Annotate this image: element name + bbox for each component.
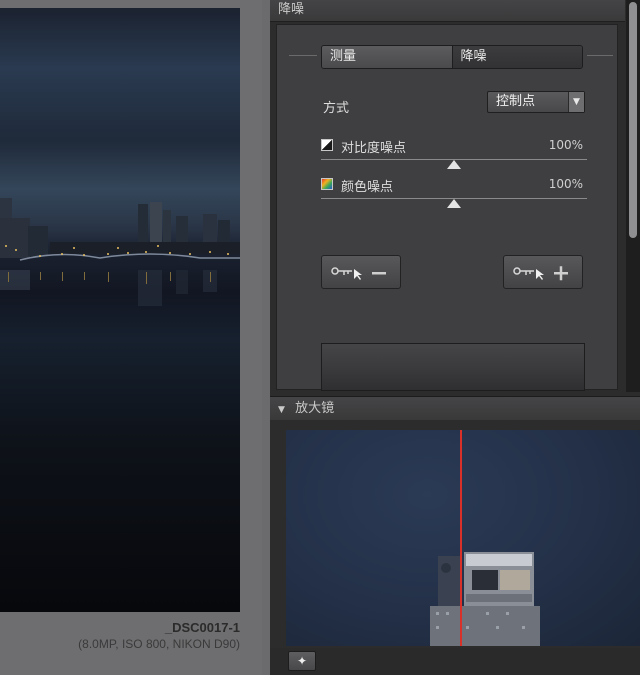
color-noise-label: 颜色噪点: [341, 180, 394, 195]
segmented-tabs: 测量 降噪: [321, 45, 583, 69]
add-control-point-icon: [513, 266, 568, 281]
pin-icon: ✦: [296, 654, 308, 668]
contrast-noise-label: 对比度噪点: [341, 141, 407, 156]
contrast-noise-slider[interactable]: [321, 156, 587, 170]
add-control-point-button[interactable]: [503, 255, 583, 289]
photo-preview[interactable]: [0, 8, 240, 612]
magnifier-view[interactable]: [286, 430, 640, 646]
remove-control-point-icon: [331, 267, 386, 280]
tab-noise-reduction[interactable]: 降噪: [452, 46, 582, 68]
tab-measure[interactable]: 测量: [322, 46, 453, 68]
color-noise-slider[interactable]: [321, 195, 587, 209]
slider-thumb[interactable]: [447, 160, 461, 169]
magnified-building: [430, 552, 540, 646]
magnifier-title: 放大镜: [295, 401, 335, 416]
slider-thumb[interactable]: [447, 199, 461, 208]
magnifier-split-line[interactable]: [460, 430, 462, 646]
method-dropdown-value: 控制点: [496, 94, 536, 109]
control-point-list[interactable]: [321, 343, 585, 391]
photo-filename: _DSC0017-1: [164, 620, 240, 635]
pin-button[interactable]: ✦: [288, 651, 316, 671]
panel-scrollbar[interactable]: [626, 0, 640, 392]
method-label: 方式: [323, 101, 350, 116]
color-noise-icon: [321, 178, 333, 190]
image-viewer: _DSC0017-1 (8.0MP, ISO 800, NIKON D90): [0, 0, 262, 675]
magnifier-header[interactable]: ▼ 放大镜: [270, 396, 640, 420]
collapse-triangle-icon[interactable]: ▼: [278, 405, 285, 415]
chevron-down-icon: ▼: [568, 92, 584, 112]
city-skyline: [0, 198, 240, 261]
photo-caption: _DSC0017-1 (8.0MP, ISO 800, NIKON D90): [78, 620, 240, 651]
noise-reduction-header[interactable]: 降噪: [270, 0, 625, 22]
magnifier-footer: ✦: [270, 648, 640, 675]
scrollbar-thumb[interactable]: [629, 2, 637, 238]
adjustments-panel: 降噪 测量 降噪 方式 控制点 ▼ 对比度噪点 100% 颜色噪点 100% ▼…: [270, 0, 640, 675]
noise-reduction-title: 降噪: [278, 2, 305, 17]
tab-divider-right: [587, 55, 613, 56]
photo-metadata: (8.0MP, ISO 800, NIKON D90): [78, 637, 240, 651]
contrast-noise-value: 100%: [548, 138, 583, 152]
remove-control-point-button[interactable]: [321, 255, 401, 289]
contrast-noise-icon: [321, 139, 333, 151]
color-noise-value: 100%: [548, 177, 583, 191]
water-reflection: [0, 270, 217, 306]
method-dropdown[interactable]: 控制点 ▼: [487, 91, 585, 113]
noise-reduction-body: 测量 降噪 方式 控制点 ▼ 对比度噪点 100% 颜色噪点 100%: [276, 24, 619, 391]
tab-divider-left: [289, 55, 317, 56]
tab-row: 测量 降噪: [277, 43, 619, 69]
